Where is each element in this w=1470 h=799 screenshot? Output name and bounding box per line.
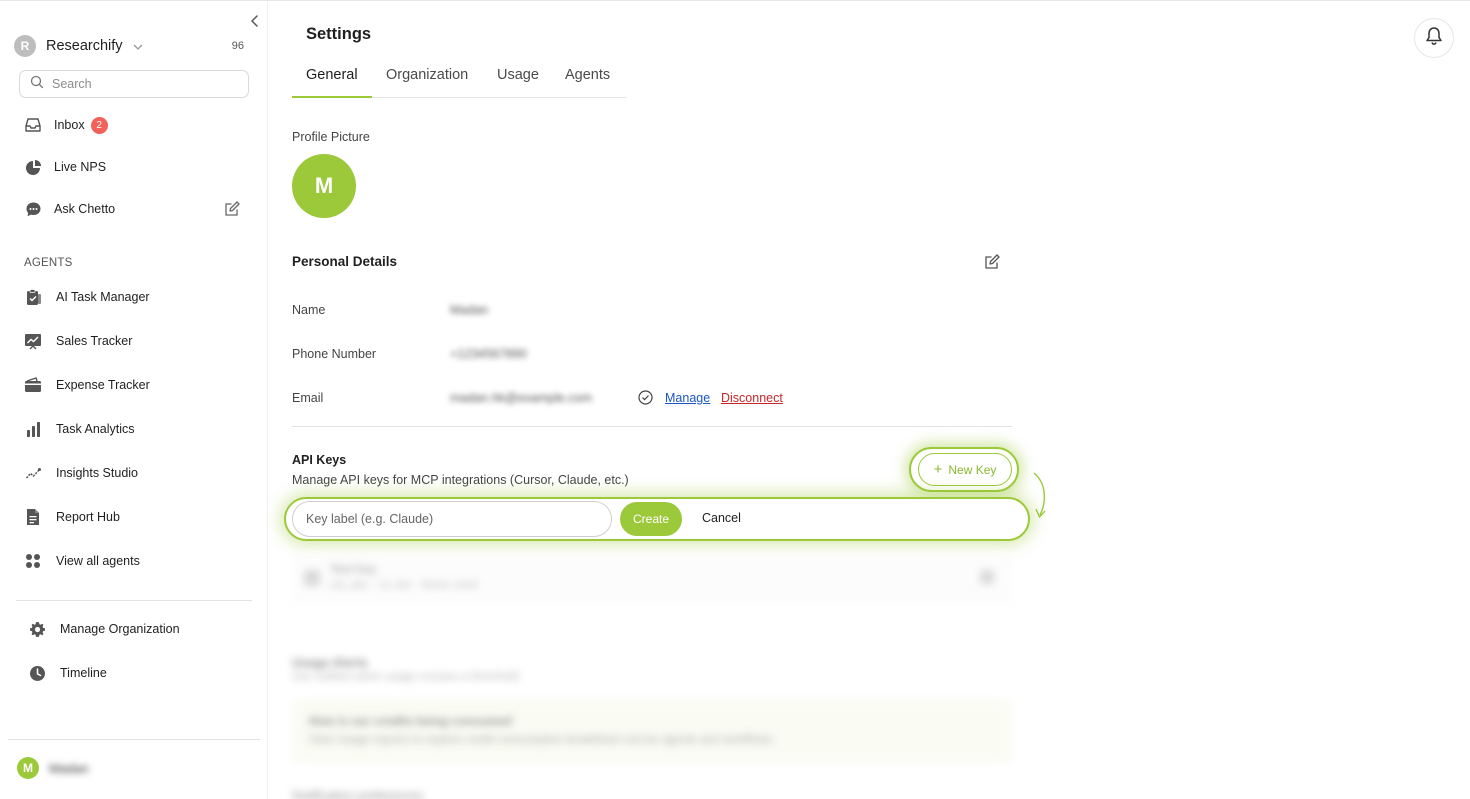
sidebar: R Researchify 96 Inbox 2 Live NPS Ask Ch…: [0, 1, 268, 799]
trend-board-icon: [24, 332, 42, 350]
sidebar-item-live-nps[interactable]: Live NPS: [24, 156, 106, 178]
inbox-icon: [24, 116, 42, 134]
document-icon: [24, 508, 42, 526]
usage-card-text: View Usage reports to explore credit con…: [309, 734, 773, 746]
manage-email-link[interactable]: Manage: [665, 391, 710, 405]
avatar: M: [17, 757, 39, 779]
sidebar-item-manage-organization[interactable]: Manage Organization: [28, 618, 180, 640]
name-value: Madan: [450, 303, 489, 317]
api-key-row: Test Key rsk_abc · 12 Jan · Never used: [292, 554, 1012, 604]
usage-info-card: How is our credits being consumed View U…: [292, 699, 1012, 763]
key-label-input[interactable]: [292, 501, 612, 537]
agents-section-label: AGENTS: [24, 257, 73, 269]
bar-chart-icon: [24, 420, 42, 438]
create-key-button[interactable]: Create: [620, 502, 682, 536]
phone-value: +1234567890: [450, 347, 527, 361]
sidebar-item-inbox[interactable]: Inbox 2: [24, 114, 108, 136]
api-key-meta: rsk_abc · 12 Jan · Never used: [330, 579, 478, 591]
email-value: madan.hk@example.com: [450, 391, 592, 405]
sidebar-item-insights-studio[interactable]: Insights Studio: [24, 462, 138, 484]
sidebar-divider: [16, 600, 252, 601]
sidebar-item-label: Insights Studio: [56, 466, 138, 480]
sidebar-item-report-hub[interactable]: Report Hub: [24, 506, 120, 528]
sidebar-item-label: Ask Chetto: [54, 202, 116, 216]
clipboard-check-icon: [24, 288, 42, 306]
search-input[interactable]: [52, 77, 232, 91]
plus-icon: +: [933, 461, 943, 478]
page-title: Settings: [306, 25, 372, 43]
sidebar-item-label: Task Analytics: [56, 422, 135, 436]
bell-icon: [1425, 26, 1443, 51]
search-box[interactable]: [19, 70, 249, 98]
sidebar-item-label: View all agents: [56, 554, 140, 568]
sidebar-item-label: Inbox: [54, 118, 85, 132]
user-profile-menu[interactable]: M Madan: [17, 757, 89, 779]
api-key-name: Test Key: [330, 562, 377, 576]
clock-icon: [28, 664, 46, 682]
api-keys-description: Manage API keys for MCP integrations (Cu…: [292, 473, 629, 487]
active-tab-indicator: [292, 96, 372, 98]
phone-label: Phone Number: [292, 347, 377, 361]
disconnect-email-link[interactable]: Disconnect: [721, 391, 783, 405]
new-key-label: New Key: [948, 462, 997, 477]
sidebar-divider: [8, 739, 260, 740]
gear-icon: [28, 620, 46, 638]
api-keys-title: API Keys: [292, 453, 347, 467]
sidebar-item-timeline[interactable]: Timeline: [28, 662, 107, 684]
sidebar-item-task-analytics[interactable]: Task Analytics: [24, 418, 135, 440]
cancel-button[interactable]: Cancel: [702, 511, 741, 525]
tab-agents[interactable]: Agents: [565, 67, 610, 83]
profile-picture-label: Profile Picture: [292, 130, 370, 144]
chevron-down-icon: [132, 40, 144, 52]
search-icon: [30, 75, 44, 94]
tab-general[interactable]: General: [306, 67, 358, 83]
sidebar-item-sales-tracker[interactable]: Sales Tracker: [24, 330, 132, 352]
section-divider: [292, 426, 1012, 427]
pie-chart-icon: [24, 158, 42, 176]
trash-icon[interactable]: [980, 570, 994, 584]
curved-arrow-icon: [1033, 472, 1046, 518]
sidebar-item-label: Expense Tracker: [56, 378, 150, 392]
workspace-avatar: R: [14, 35, 36, 57]
inbox-count-badge: 2: [90, 116, 108, 134]
sparkline-icon: [24, 464, 42, 482]
sidebar-item-label: Live NPS: [54, 160, 107, 174]
user-name: Madan: [49, 760, 89, 776]
sidebar-item-label: AI Task Manager: [56, 290, 150, 304]
notifications-button[interactable]: [1414, 18, 1454, 58]
sidebar-item-expense-tracker[interactable]: Expense Tracker: [24, 374, 150, 396]
chat-bubble-icon: [24, 200, 42, 218]
new-key-button[interactable]: + New Key: [918, 453, 1012, 486]
email-label: Email: [292, 391, 324, 405]
tab-organization[interactable]: Organization: [386, 67, 468, 83]
tab-usage[interactable]: Usage: [497, 67, 539, 83]
sidebar-item-ask-chetto[interactable]: Ask Chetto: [24, 198, 115, 220]
workspace-count: 96: [231, 40, 244, 52]
sidebar-item-label: Timeline: [60, 666, 107, 680]
grid-icon: [24, 552, 42, 570]
usage-alerts-title: Usage Alerts: [292, 656, 368, 670]
sidebar-item-label: Report Hub: [56, 510, 120, 524]
sidebar-item-ai-task-manager[interactable]: AI Task Manager: [24, 286, 150, 308]
key-icon: [304, 570, 320, 586]
usage-card-title: How is our credits being consumed: [309, 714, 512, 728]
usage-alerts-description: Get notified when usage crosses a thresh…: [292, 671, 519, 683]
collapse-sidebar-icon[interactable]: [247, 13, 263, 29]
profile-picture[interactable]: M: [292, 154, 356, 218]
verified-check-icon: [638, 390, 653, 405]
sidebar-item-label: Sales Tracker: [56, 334, 133, 348]
workspace-switcher[interactable]: R Researchify 96: [14, 35, 250, 57]
next-section-title: Notification preferences: [292, 789, 424, 799]
wallet-icon: [24, 376, 42, 394]
personal-details-title: Personal Details: [292, 254, 398, 269]
new-chat-edit-icon[interactable]: [223, 200, 241, 218]
name-label: Name: [292, 303, 326, 317]
workspace-name: Researchify: [46, 38, 123, 54]
sidebar-item-view-all-agents[interactable]: View all agents: [24, 550, 140, 572]
sidebar-item-label: Manage Organization: [60, 622, 180, 636]
edit-details-icon[interactable]: [983, 253, 1001, 271]
settings-tabs: General Organization Usage Agents: [292, 59, 626, 98]
